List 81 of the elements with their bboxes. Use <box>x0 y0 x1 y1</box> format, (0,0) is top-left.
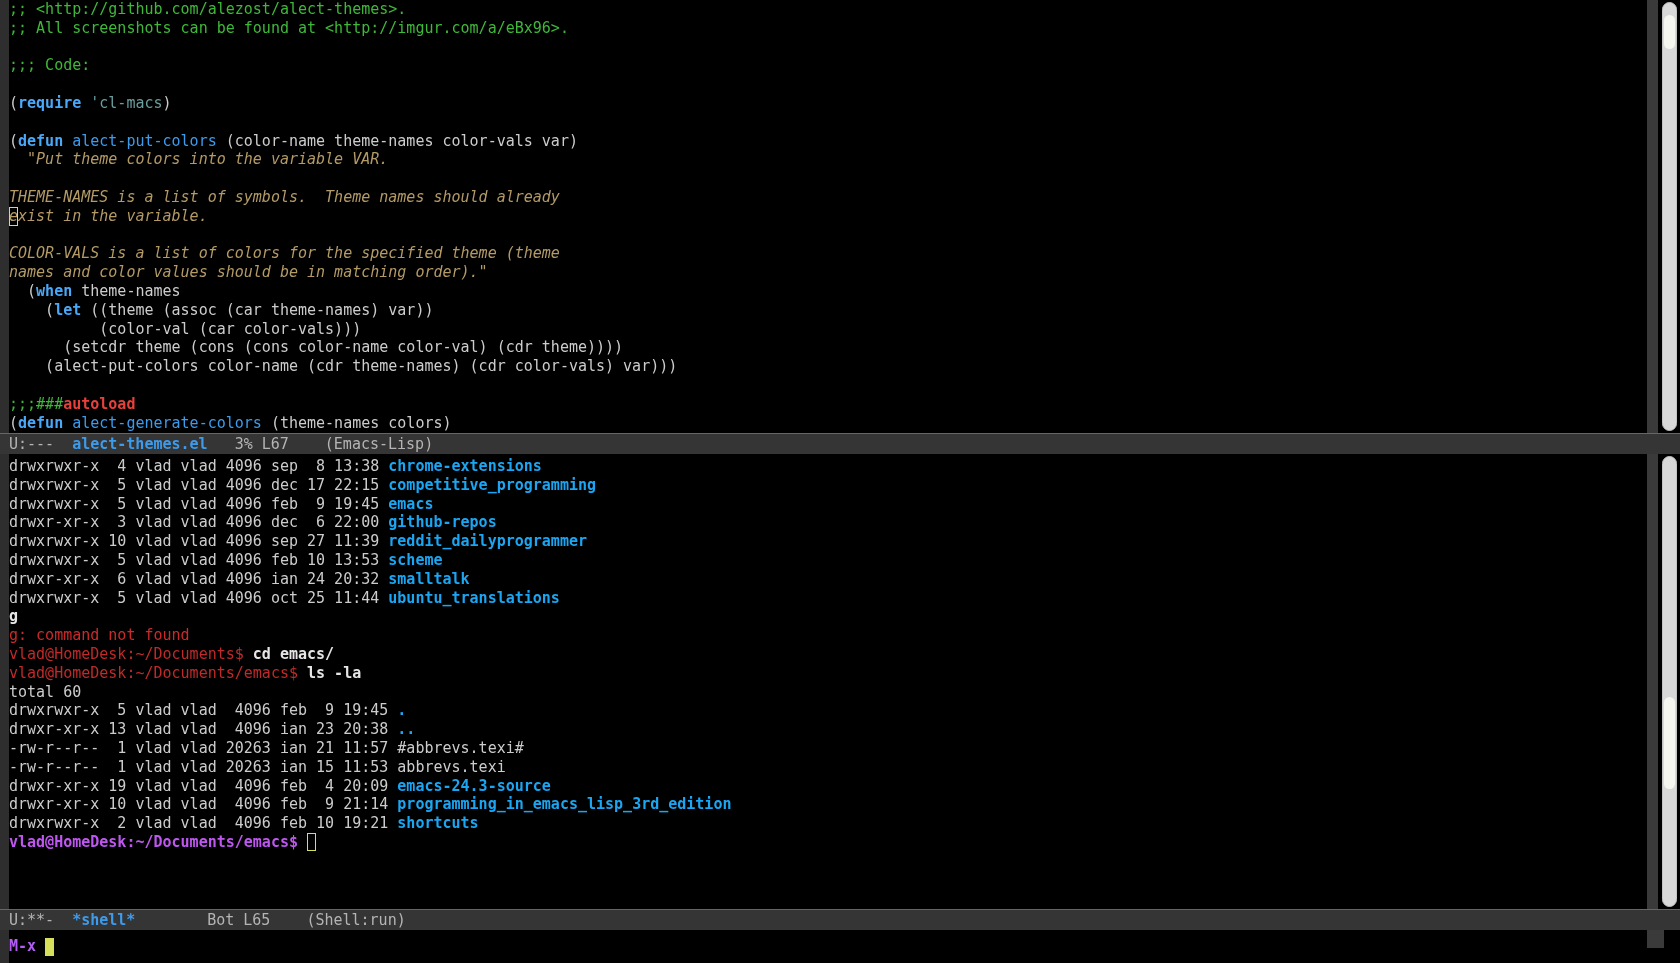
code-text: ( <box>44 300 55 320</box>
code-text: (color-name theme-names color-vals var) <box>224 131 578 151</box>
code-text: drwxrwxr-x 5 vlad vlad 4096 feb 9 19:45 <box>9 701 390 721</box>
code-text: drwxr-xr-x 19 vlad vlad 4096 feb 4 20:09 <box>9 776 390 796</box>
code-keyword: let <box>54 300 82 320</box>
scrollbar-thumb[interactable] <box>1663 697 1675 789</box>
buffer-state: U:**- <box>9 910 55 930</box>
minibuffer-prompt: M-x <box>9 937 37 956</box>
docstring: xist in the variable. <box>18 206 208 226</box>
code-text: (alect-put-colors color-name (cdr theme-names) (cdr color-vals) var))) <box>44 357 678 376</box>
code-keyword: require <box>18 94 83 113</box>
directory-name: github-repos <box>388 513 497 533</box>
code-text: drwxrwxr-x 10 vlad vlad 4096 sep 27 11:39 <box>9 532 381 551</box>
code-text: total 60 <box>9 682 82 702</box>
directory-name: chrome-extensions <box>388 457 542 476</box>
directory-name: ubuntu_translations <box>388 588 560 608</box>
buffer-name: *shell* <box>72 910 137 930</box>
code-text: ) <box>162 94 172 113</box>
scrollbar[interactable] <box>1661 456 1677 907</box>
code-comment: ;; <http://github.com/alezost/alect-themes>. <box>9 0 407 19</box>
code-constant: 'cl-macs <box>90 94 163 113</box>
code-text: (color-val (car color-vals))) <box>98 319 362 339</box>
code-text: drwxrwxr-x 5 vlad vlad 4096 feb 9 19:45 <box>9 494 381 514</box>
shell-prompt: vlad@HomeDesk:~/Documents/emacs$ <box>9 663 298 683</box>
directory-name: shortcuts <box>397 814 479 833</box>
function-name: alect-generate-colors <box>72 413 262 433</box>
directory-name: emacs <box>388 494 434 514</box>
code-comment: ;; All screenshots can be found at <http://imgur.com/a/eBx96>. <box>9 18 569 38</box>
buffer-state: U:--- <box>9 434 55 454</box>
code-text: drwxrwxr-x 5 vlad vlad 4096 dec 17 22:15 <box>9 475 381 495</box>
docstring: THEME-NAMES is a list of symbols. Theme names should already <box>9 187 560 207</box>
shell-prompt: vlad@HomeDesk:~/Documents/emacs$ <box>9 832 298 852</box>
directory-name: reddit_dailyprogrammer <box>388 532 587 551</box>
code-comment: ;;; Code: <box>9 56 91 76</box>
docstring: names and color values should be in matching order)." <box>9 263 488 282</box>
code-text: -rw-r--r-- 1 vlad vlad 20263 ian 21 11:57 #abbrevs.texi# <box>9 738 524 758</box>
function-name: alect-put-colors <box>72 131 217 151</box>
code-text: ( <box>26 281 37 301</box>
code-text: drwxr-xr-x 6 vlad vlad 4096 ian 24 20:32 <box>9 569 381 589</box>
code-text: drwxrwxr-x 4 vlad vlad 4096 sep 8 13:38 <box>9 457 381 476</box>
code-text: drwxr-xr-x 10 vlad vlad 4096 feb 9 21:14 <box>9 795 390 815</box>
directory-name: smalltalk <box>388 569 470 589</box>
error-message: g: command not found <box>9 626 190 645</box>
code-text: drwxrwxr-x 5 vlad vlad 4096 feb 10 13:53 <box>9 551 381 570</box>
code-text: theme-names <box>80 281 181 301</box>
code-text: drwxrwxr-x 5 vlad vlad 4096 oct 25 11:44 <box>9 588 381 608</box>
scrollbar[interactable] <box>1661 2 1677 431</box>
docstring: COLOR-VALS is a list of colors for the specified theme (theme <box>9 244 560 264</box>
code-keyword: defun <box>18 413 65 433</box>
directory-name: scheme <box>388 551 443 570</box>
directory-name: .. <box>397 720 416 739</box>
code-text: drwxrwxr-x 2 vlad vlad 4096 feb 10 19:21 <box>9 814 390 833</box>
major-mode: (Emacs-Lisp) <box>324 434 434 454</box>
shell-prompt: vlad@HomeDesk:~/Documents$ <box>9 644 244 664</box>
shell-command: g <box>9 607 19 627</box>
code-keyword: defun <box>18 131 65 151</box>
buffer-position: 3% L67 <box>234 434 289 454</box>
buffer-name: alect-themes.el <box>72 434 208 454</box>
code-text: drwxr-xr-x 13 vlad vlad 4096 ian 23 20:38 <box>9 720 390 739</box>
buffer-position: Bot L65 <box>207 910 271 930</box>
shell-command: cd emacs/ <box>251 644 335 664</box>
code-keyword: when <box>36 281 73 301</box>
directory-name: programming_in_emacs_lisp_3rd_edition <box>397 795 732 815</box>
code-text: -rw-r--r-- 1 vlad vlad 20263 ian 15 11:53 abbrevs.texi <box>9 757 506 777</box>
directory-name: . <box>397 701 407 721</box>
code-text: ( <box>9 131 19 151</box>
shell-command: ls -la <box>306 663 362 683</box>
directory-name: emacs-24.3-source <box>397 776 551 796</box>
code-text: ((theme (assoc (car theme-names) var)) <box>89 300 434 320</box>
scrollbar-thumb[interactable] <box>1663 15 1675 49</box>
code-text: (setcdr theme (cons (cons color-name color-val) (cdr theme)))) <box>62 338 624 358</box>
directory-name: competitive_programming <box>388 475 596 495</box>
code-comment: ;;;### <box>9 394 64 414</box>
code-text: ( <box>9 94 19 113</box>
code-text: ( <box>9 413 19 433</box>
autoload-cookie: autoload <box>63 394 136 414</box>
text-cursor: e <box>9 206 19 226</box>
code-text: (theme-names colors) <box>269 413 452 433</box>
major-mode: (Shell:run) <box>306 910 406 930</box>
code-text: drwxr-xr-x 3 vlad vlad 4096 dec 6 22:00 <box>9 513 381 533</box>
docstring: "Put theme colors into the variable VAR. <box>26 150 389 170</box>
